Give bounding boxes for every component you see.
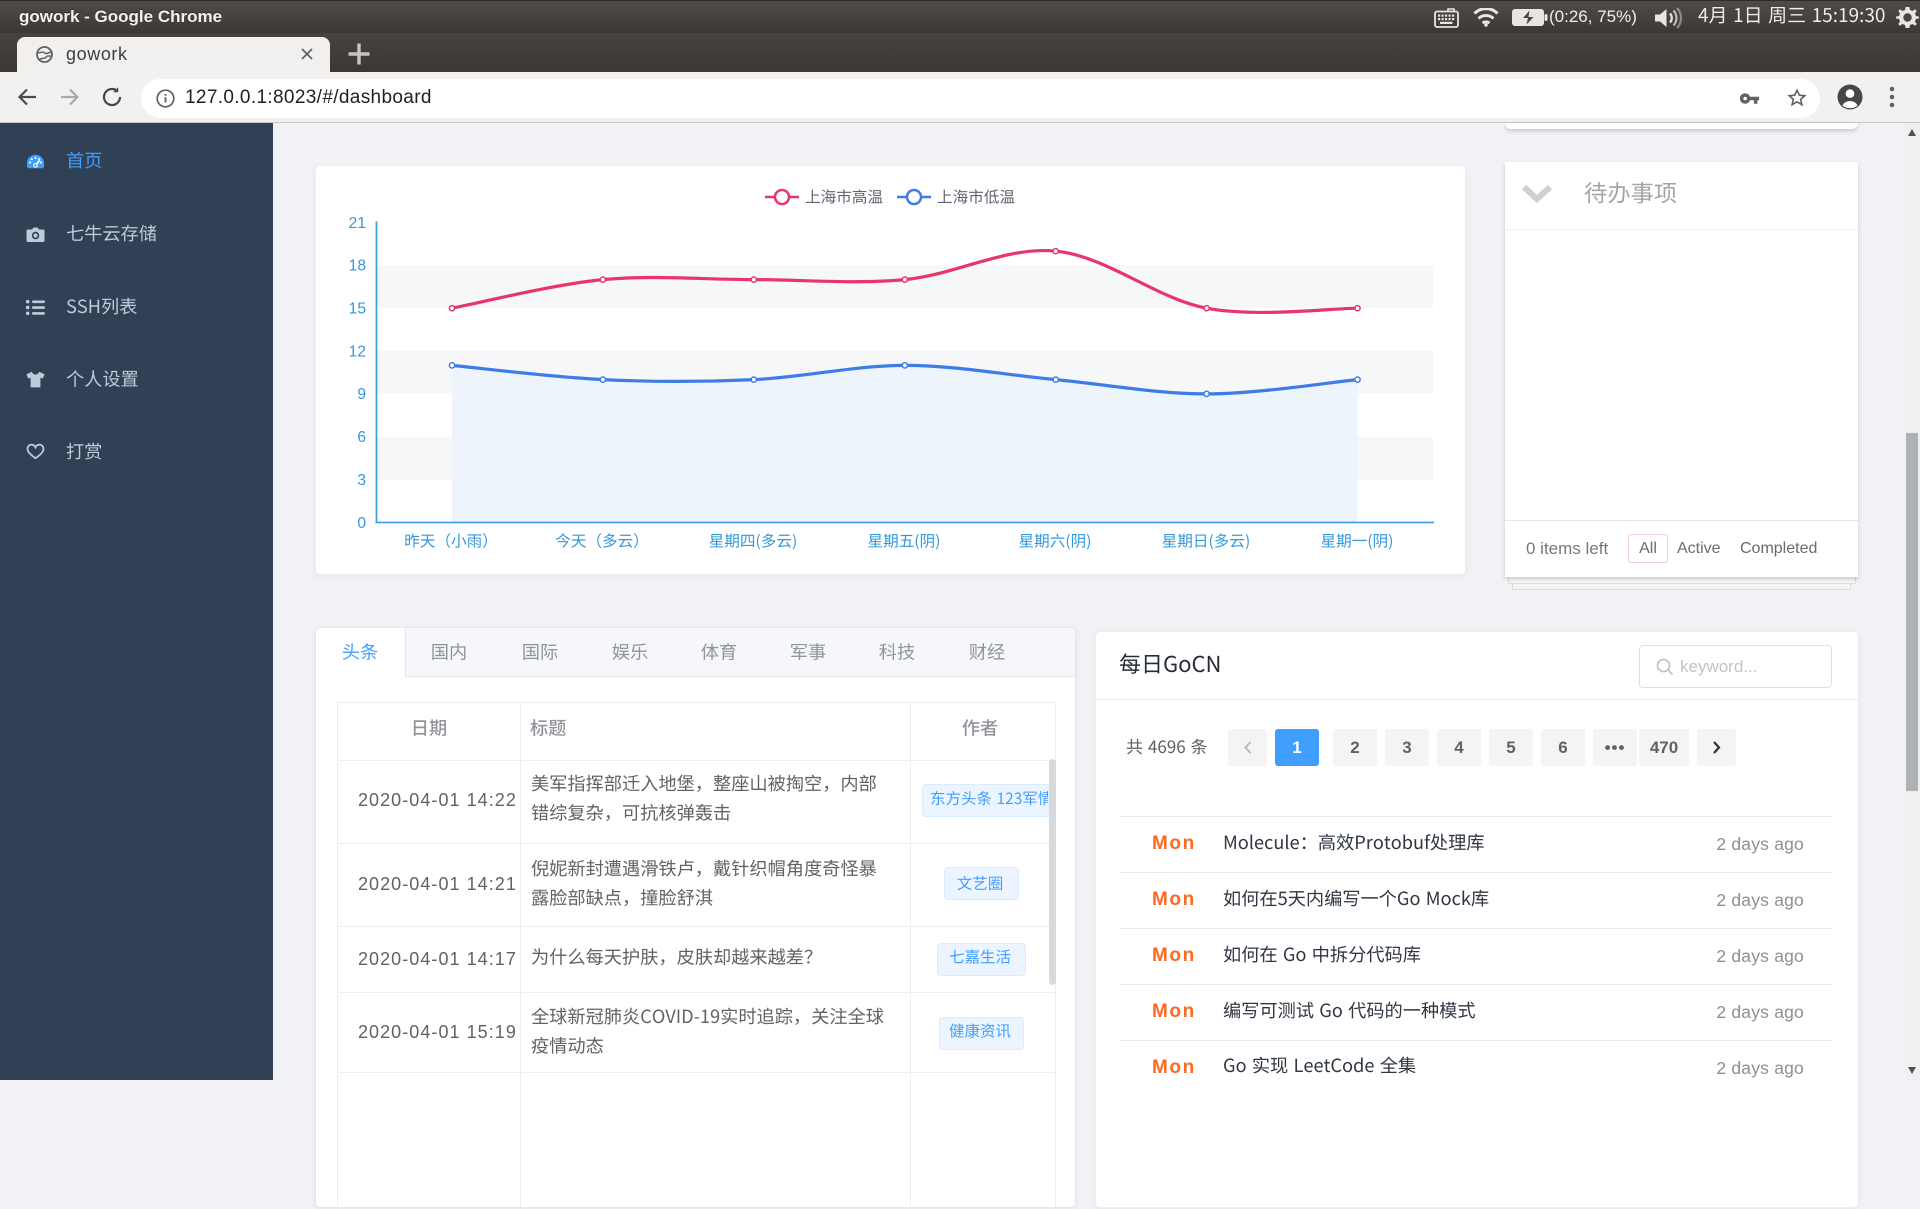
svg-text:9: 9 bbox=[357, 386, 366, 403]
svg-text:18: 18 bbox=[349, 258, 366, 275]
svg-text:12: 12 bbox=[349, 343, 366, 360]
svg-text:15: 15 bbox=[349, 301, 367, 318]
svg-text:6: 6 bbox=[357, 429, 366, 446]
svg-text:3: 3 bbox=[357, 472, 366, 489]
svg-text:0: 0 bbox=[357, 515, 366, 532]
svg-text:21: 21 bbox=[349, 215, 366, 232]
